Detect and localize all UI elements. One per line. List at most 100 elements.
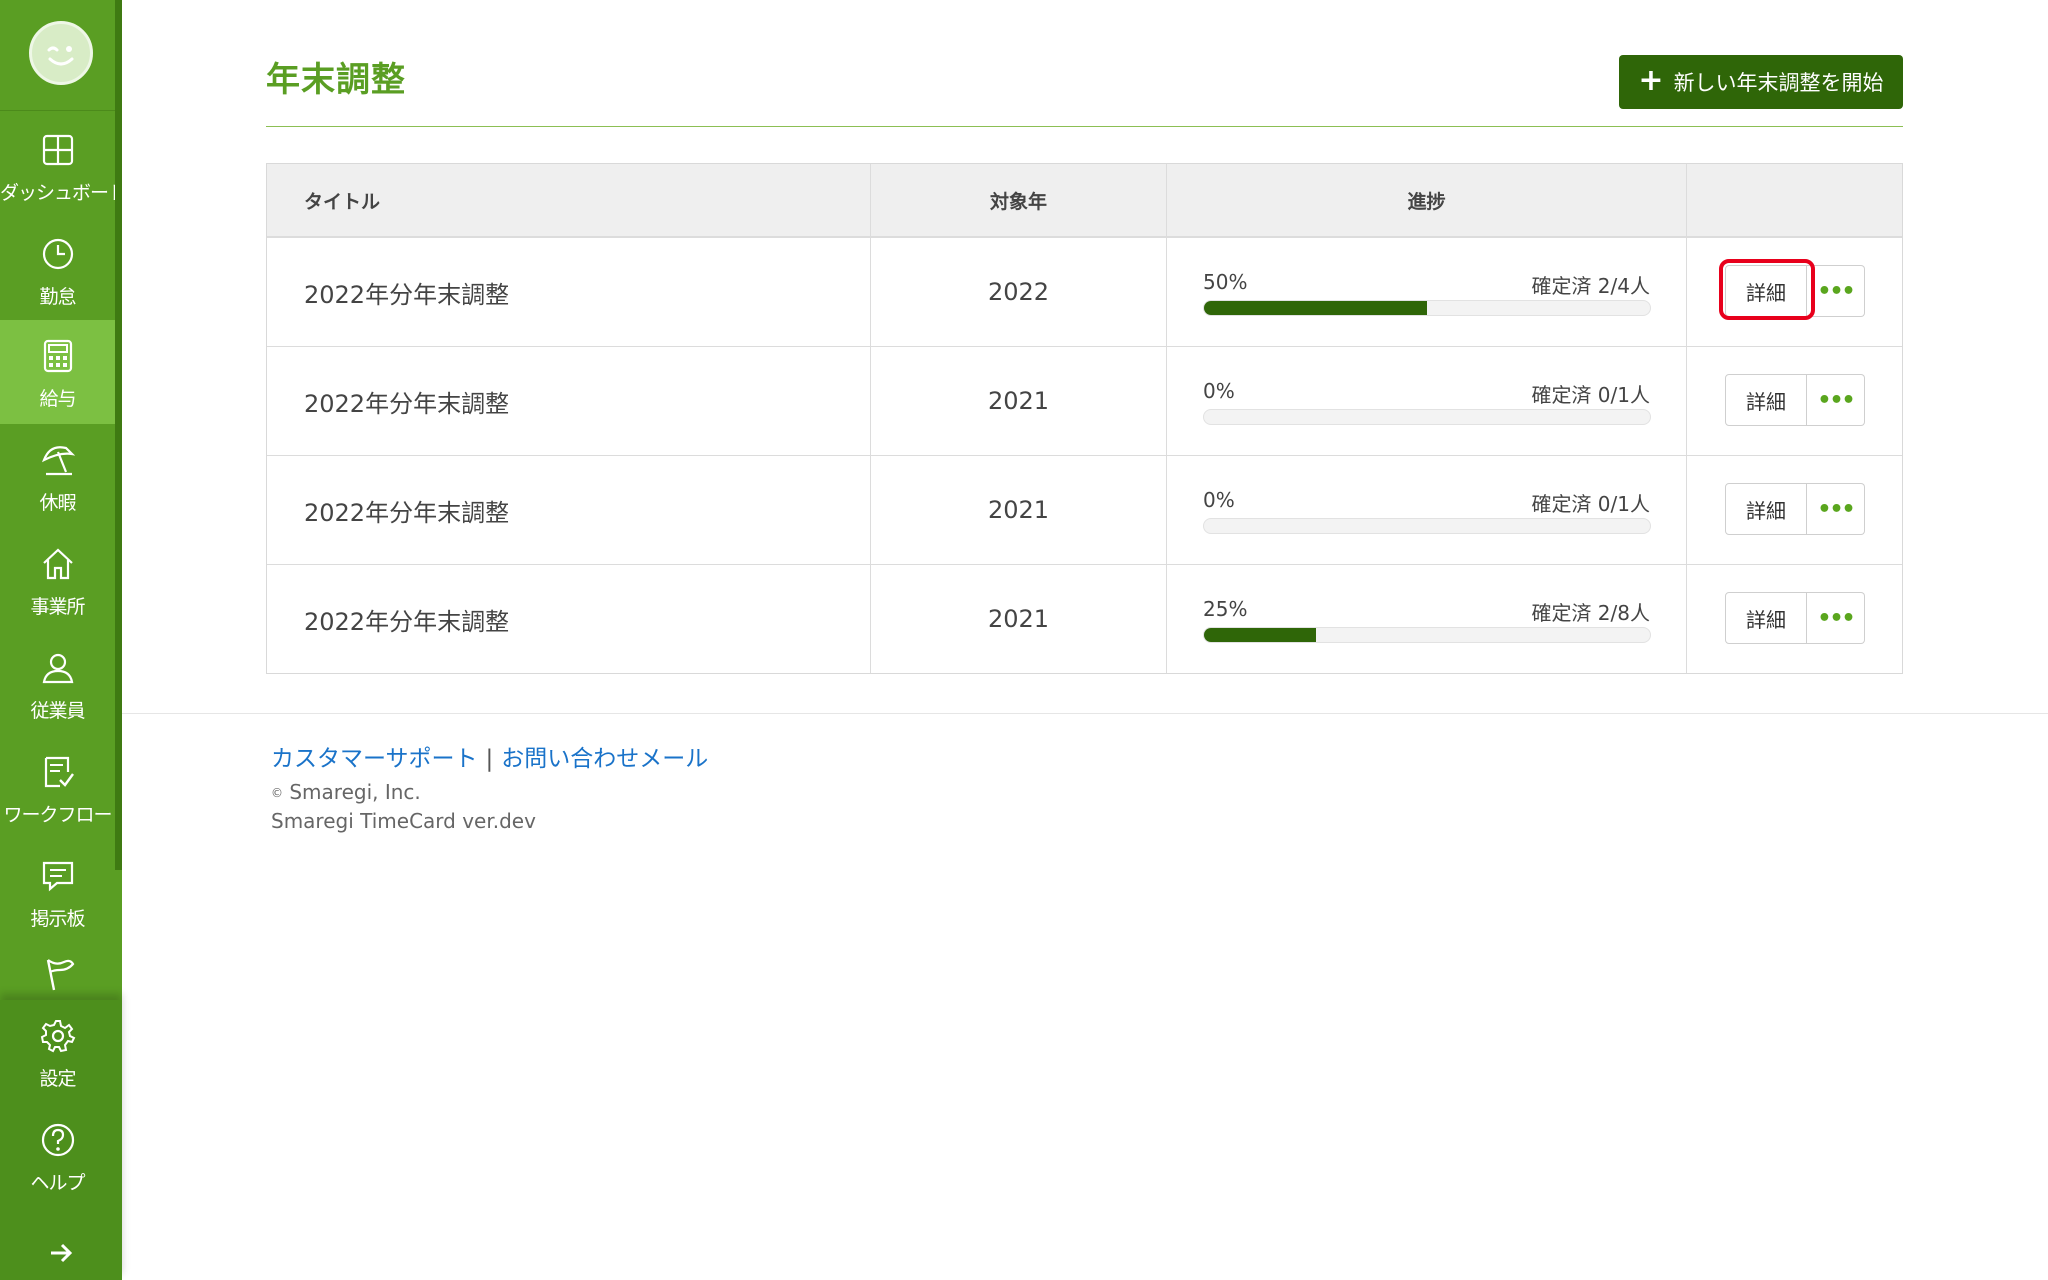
copyright-text: Smaregi, Inc. bbox=[289, 780, 421, 804]
flag-icon bbox=[46, 959, 75, 991]
column-header-title: タイトル bbox=[267, 164, 871, 236]
progress-bar bbox=[1203, 518, 1651, 534]
progress-status: 確定済 2/8人 bbox=[1531, 601, 1650, 625]
progress-percent: 50% bbox=[1203, 270, 1248, 294]
action-button-group: 詳細 ••• bbox=[1725, 592, 1865, 644]
sidebar-item-leave[interactable]: 休暇 bbox=[0, 424, 115, 528]
row-title: 2022年分年末調整 bbox=[267, 456, 871, 564]
progress-status: 確定済 0/1人 bbox=[1531, 492, 1650, 516]
more-options-button[interactable]: ••• bbox=[1807, 592, 1865, 644]
sidebar-item-office[interactable]: 事業所 bbox=[0, 528, 115, 632]
new-year-end-adjustment-button[interactable]: + 新しい年末調整を開始 bbox=[1619, 55, 1903, 109]
sidebar-nav: ダッシュボード 勤怠 給与 休暇 事業所 従業員 ワークフロー 掲示板 bbox=[0, 0, 127, 1000]
row-progress: 0% 確定済 0/1人 bbox=[1167, 347, 1687, 455]
person-icon bbox=[42, 653, 74, 684]
customer-support-link[interactable]: カスタマーサポート bbox=[271, 746, 478, 772]
sidebar-item-help[interactable]: ヘルプ bbox=[0, 1104, 115, 1208]
more-options-button[interactable]: ••• bbox=[1807, 483, 1865, 535]
contact-mail-link[interactable]: お問い合わせメール bbox=[501, 746, 708, 772]
footer-divider bbox=[122, 713, 2048, 714]
row-title: 2022年分年末調整 bbox=[267, 238, 871, 346]
row-progress: 50% 確定済 2/4人 bbox=[1167, 238, 1687, 346]
table-header: タイトル 対象年 進捗 bbox=[267, 164, 1902, 238]
sidebar-scrollbar[interactable] bbox=[115, 0, 122, 870]
umbrella-icon bbox=[41, 446, 76, 476]
sidebar: ダッシュボード 勤怠 給与 休暇 事業所 従業員 ワークフロー 掲示板 設定 ヘ… bbox=[0, 0, 127, 1280]
sidebar-item-flag[interactable] bbox=[0, 944, 115, 1000]
progress-bar-fill bbox=[1204, 301, 1427, 315]
checklist-icon bbox=[44, 756, 74, 788]
row-progress: 0% 確定済 0/1人 bbox=[1167, 456, 1687, 564]
row-year: 2021 bbox=[871, 347, 1167, 455]
new-button-label: 新しい年末調整を開始 bbox=[1673, 71, 1884, 95]
arrow-right-icon[interactable] bbox=[46, 1238, 76, 1268]
row-year: 2021 bbox=[871, 565, 1167, 673]
sidebar-item-settings[interactable]: 設定 bbox=[0, 1000, 115, 1104]
progress-bar bbox=[1203, 409, 1651, 425]
sidebar-item-payroll[interactable]: 給与 bbox=[0, 320, 115, 424]
avatar[interactable] bbox=[29, 21, 93, 85]
action-button-group: 詳細 ••• bbox=[1725, 374, 1865, 426]
row-year: 2021 bbox=[871, 456, 1167, 564]
plus-icon: + bbox=[1638, 62, 1664, 98]
progress-bar bbox=[1203, 300, 1651, 316]
sidebar-item-label: 休暇 bbox=[39, 492, 76, 514]
avatar-area bbox=[0, 0, 115, 111]
progress-percent: 25% bbox=[1203, 597, 1248, 621]
row-actions: 詳細 ••• bbox=[1687, 456, 1902, 564]
row-title: 2022年分年末調整 bbox=[267, 565, 871, 673]
detail-button[interactable]: 詳細 bbox=[1725, 483, 1807, 535]
gear-icon bbox=[40, 1020, 76, 1053]
sidebar-item-label: ダッシュボード bbox=[0, 182, 127, 204]
sidebar-item-label: 事業所 bbox=[30, 596, 85, 618]
title-divider bbox=[266, 126, 1903, 127]
row-progress: 25% 確定済 2/8人 bbox=[1167, 565, 1687, 673]
action-button-group: 詳細 ••• bbox=[1725, 265, 1865, 317]
sidebar-item-dashboard[interactable]: ダッシュボード bbox=[0, 114, 127, 218]
sidebar-item-label: 掲示板 bbox=[30, 908, 85, 930]
message-icon bbox=[42, 861, 74, 892]
progress-bar bbox=[1203, 627, 1651, 643]
table-row: 2022年分年末調整 2021 25% 確定済 2/8人 詳細 ••• bbox=[267, 565, 1902, 673]
row-title: 2022年分年末調整 bbox=[267, 347, 871, 455]
sidebar-item-label: 従業員 bbox=[30, 700, 85, 722]
sidebar-item-label: ヘルプ bbox=[30, 1172, 85, 1194]
table-row: 2022年分年末調整 2021 0% 確定済 0/1人 詳細 ••• bbox=[267, 347, 1902, 456]
row-actions: 詳細 ••• bbox=[1687, 565, 1902, 673]
page-title: 年末調整 bbox=[266, 60, 406, 100]
sidebar-item-employees[interactable]: 従業員 bbox=[0, 632, 115, 736]
sidebar-item-label: 勤怠 bbox=[39, 286, 76, 308]
column-header-progress: 進捗 bbox=[1167, 164, 1687, 236]
detail-button[interactable]: 詳細 bbox=[1725, 592, 1807, 644]
dashboard-icon bbox=[42, 134, 74, 166]
more-options-button[interactable]: ••• bbox=[1807, 374, 1865, 426]
progress-percent: 0% bbox=[1203, 379, 1235, 403]
copyright: © Smaregi, Inc. bbox=[271, 780, 421, 804]
sidebar-item-label: 給与 bbox=[39, 388, 76, 410]
clock-icon bbox=[42, 238, 74, 270]
smiley-icon bbox=[47, 46, 74, 66]
footer-links: カスタマーサポート | お問い合わせメール bbox=[271, 739, 708, 773]
action-button-group: 詳細 ••• bbox=[1725, 483, 1865, 535]
row-actions: 詳細 ••• bbox=[1687, 238, 1902, 346]
column-header-actions bbox=[1687, 164, 1902, 236]
copyright-symbol: © bbox=[271, 786, 283, 800]
sidebar-item-workflow[interactable]: ワークフロー bbox=[0, 736, 115, 840]
detail-button[interactable]: 詳細 bbox=[1725, 374, 1807, 426]
sidebar-item-label: ワークフロー bbox=[3, 804, 112, 826]
calculator-icon bbox=[43, 339, 73, 373]
sidebar-item-attendance[interactable]: 勤怠 bbox=[0, 218, 115, 322]
help-icon bbox=[41, 1123, 75, 1157]
more-options-button[interactable]: ••• bbox=[1807, 265, 1865, 317]
progress-status: 確定済 2/4人 bbox=[1531, 274, 1650, 298]
row-year: 2022 bbox=[871, 238, 1167, 346]
sidebar-item-label: 設定 bbox=[39, 1068, 76, 1090]
sidebar-item-bulletin[interactable]: 掲示板 bbox=[0, 840, 115, 944]
sidebar-bottom: 設定 ヘルプ bbox=[0, 1000, 122, 1280]
detail-button[interactable]: 詳細 bbox=[1725, 265, 1807, 317]
progress-bar-fill bbox=[1204, 628, 1316, 642]
app-version: Smaregi TimeCard ver.dev bbox=[271, 809, 536, 833]
column-header-year: 対象年 bbox=[871, 164, 1167, 236]
footer-separator: | bbox=[485, 746, 494, 772]
adjustment-table: タイトル 対象年 進捗 2022年分年末調整 2022 50% 確定済 2/4人… bbox=[266, 163, 1903, 674]
